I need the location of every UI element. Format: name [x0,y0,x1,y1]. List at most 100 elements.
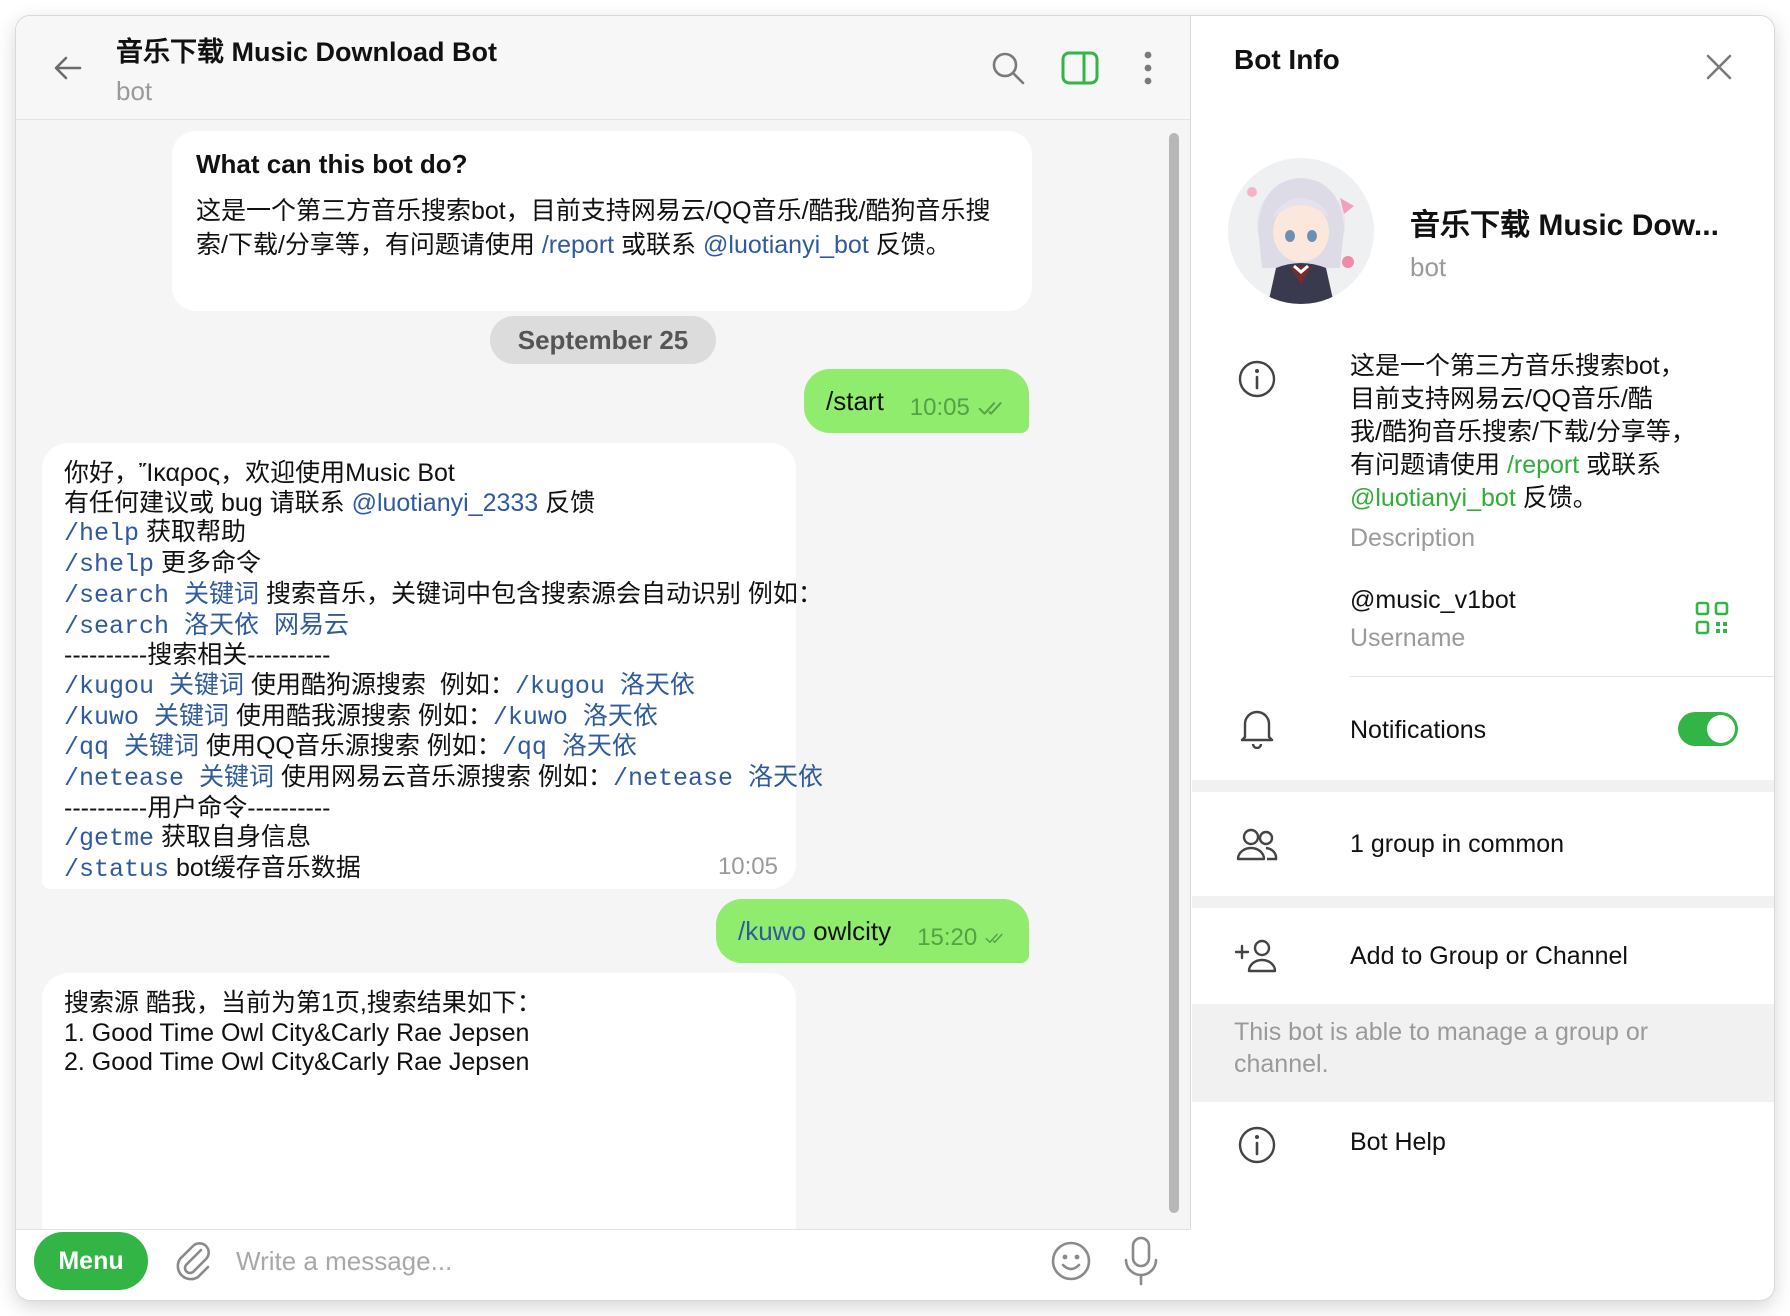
message-input[interactable] [236,1236,876,1286]
scrollbar[interactable] [1169,133,1179,1213]
description-line: 这是一个第三方音乐搜索bot， [1350,352,1685,380]
command-link[interactable]: /help [64,519,139,548]
outgoing-message[interactable]: /start 10:05 [804,369,1029,433]
command-link[interactable]: /kuwo 洛天依 [493,703,658,732]
info-circle-icon [1238,360,1276,398]
text-part: 更多命令 [154,549,261,578]
groups-in-common-label: 1 group in common [1350,830,1565,858]
command-link[interactable]: /netease 关键词 [64,764,274,793]
command-link[interactable]: /status [64,855,169,884]
command-link[interactable]: /kugou 关键词 [64,672,244,701]
profile-name: 音乐下载 Music Dow... [1410,209,1719,242]
add-to-group-label: Add to Group or Channel [1350,942,1628,970]
message-line: /kuwo 关键词 使用酷我源搜索 例如：/kuwo 洛天依 [64,702,774,733]
help-icon-wrap [1234,1122,1280,1168]
toggle-sidebar-button[interactable] [1056,44,1104,92]
bell-icon [1240,710,1274,749]
double-check-icon [985,933,1003,943]
command-link[interactable]: /shelp [64,550,154,579]
message-line: /search 关键词 搜索音乐，关键词中包含搜索源会自动识别 例如： [64,580,823,611]
avatar[interactable] [1228,158,1374,304]
command-link[interactable]: /search 关键词 [64,581,259,610]
menu-button[interactable]: Menu [34,1232,148,1290]
command-link[interactable]: /netease 洛天依 [613,764,823,793]
command-link[interactable]: /search 洛天依 网易云 [64,612,349,641]
text-part: 使用酷我源搜索 例如： [229,701,493,730]
incoming-message[interactable]: 搜索源 酷我，当前为第1页,搜索结果如下： 1. Good Time Owl Ci… [42,973,796,1229]
text-part: 获取自身信息 [154,823,311,852]
add-to-group-row[interactable]: Add to Group or Channel [1192,908,1774,1004]
intro-text-part: 或联系 [614,231,704,259]
smile-icon[interactable] [1046,1236,1096,1286]
command-link[interactable]: /qq 洛天依 [502,733,637,762]
close-icon [1706,54,1732,80]
description-line: 目前支持网易云/QQ音乐/酷 [1350,385,1653,413]
text-part: 使用网易云音乐源搜索 例如： [274,763,613,792]
arrow-left-icon [54,56,82,80]
qr-code-icon[interactable] [1694,600,1730,636]
bell-icon-wrap [1234,704,1280,750]
command-link[interactable]: /getme [64,824,154,853]
bot-help-label: Bot Help [1350,1128,1446,1156]
paperclip-icon[interactable] [168,1236,218,1286]
microphone-icon[interactable] [1116,1234,1166,1288]
message-text: 你好，Ἴκαρος，欢迎使用Music Bot 有任何建议或 bug 请联系 @l… [64,459,823,885]
info-title: Bot Info [1234,44,1340,75]
report-command-link[interactable]: /report [542,231,614,259]
sidebar-panel-icon [1061,51,1099,85]
message-line: /help 获取帮助 [64,518,774,549]
bot-intro-card: What can this bot do? 这是一个第三方音乐搜索bot，目前支… [172,131,1032,311]
info-icon-wrap [1234,356,1280,402]
text-part: 反馈 [538,488,596,517]
message-line: /shelp 更多命令 [64,549,774,580]
username-value[interactable]: @music_v1bot [1350,586,1516,615]
text-part: 或联系 [1579,451,1662,479]
report-command-link[interactable]: /report [1507,451,1579,479]
anime-avatar-image [1228,158,1374,304]
bot-help-row[interactable]: Bot Help [1192,1102,1774,1300]
description-line: @luotianyi_bot 反馈。 [1350,482,1696,515]
info-details-section: 这是一个第三方音乐搜索bot， 目前支持网易云/QQ音乐/酷 我/酷狗音乐搜索/… [1192,324,1774,780]
message-list[interactable]: What can this bot do? 这是一个第三方音乐搜索bot，目前支… [16,121,1191,1229]
toggle-knob [1707,715,1735,743]
username-label: Username [1350,624,1466,652]
outgoing-message[interactable]: /kuwo owlcity 15:20 [716,899,1029,963]
chat-title[interactable]: 音乐下载 Music Download Bot [116,30,497,69]
mention-link[interactable]: @luotianyi_bot [703,231,869,259]
groups-in-common-row[interactable]: 1 group in common [1192,792,1774,896]
intro-text: 这是一个第三方音乐搜索bot，目前支持网易云/QQ音乐/酷我/酷狗音乐搜索/下载… [196,194,1008,262]
command-link[interactable]: /kuwo [738,916,806,946]
message-line: ----------用户命令---------- [64,793,331,822]
info-circle-icon [1238,1126,1276,1164]
command-link[interactable]: /kuwo 关键词 [64,703,229,732]
more-options-button[interactable] [1124,44,1172,92]
command-link[interactable]: /kugou 洛天依 [515,672,695,701]
message-text: 搜索源 酷我，当前为第1页,搜索结果如下： 1. Good Time Owl Ci… [64,989,774,1078]
users-icon-wrap [1234,822,1280,868]
message-time: 10:05 [909,394,970,421]
search-button[interactable] [984,44,1032,92]
message-text[interactable]: /start [826,386,884,417]
mention-link[interactable]: @luotianyi_2333 [352,489,539,517]
command-link[interactable]: /qq 关键词 [64,733,199,762]
close-button[interactable] [1696,44,1742,90]
text-part: 搜索音乐，关键词中包含搜索源会自动识别 例如： [259,579,823,608]
add-user-icon-wrap [1234,934,1280,980]
back-button[interactable] [46,46,90,90]
profile-section: 音乐下载 Music Dow... bot [1192,120,1774,352]
text-part: 有任何建议或 bug 请联系 [64,488,352,517]
bot-description: 这是一个第三方音乐搜索bot， 目前支持网易云/QQ音乐/酷 我/酷狗音乐搜索/… [1350,350,1696,515]
text-part: bot缓存音乐数据 [169,854,361,883]
profile-subtitle: bot [1410,252,1447,282]
search-icon [992,52,1025,85]
divider [1350,676,1774,677]
notifications-toggle[interactable] [1678,712,1738,746]
text-part: owlcity [805,915,892,946]
mention-link[interactable]: @luotianyi_bot [1350,484,1516,512]
message-line: 2. Good Time Owl City&Carly Rae Jepsen [64,1048,530,1077]
more-vertical-icon [1144,51,1152,85]
message-text: /kuwo owlcity [738,916,891,947]
message-time: 15:20 [917,924,978,951]
intro-title: What can this bot do? [196,149,468,179]
incoming-message[interactable]: 你好，Ἴκαρος，欢迎使用Music Bot 有任何建议或 bug 请联系 @l… [42,443,823,889]
